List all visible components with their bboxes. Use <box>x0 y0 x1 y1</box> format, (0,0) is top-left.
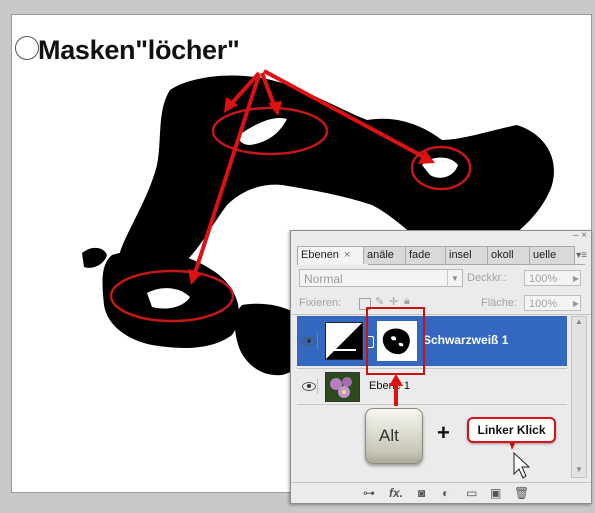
left-click-callout: Linker Klick <box>467 417 556 443</box>
alt-key-label: Alt <box>379 426 399 445</box>
plus-sign: + <box>437 420 450 445</box>
mouse-cursor-icon <box>513 451 531 479</box>
alt-key: Alt <box>365 408 423 464</box>
